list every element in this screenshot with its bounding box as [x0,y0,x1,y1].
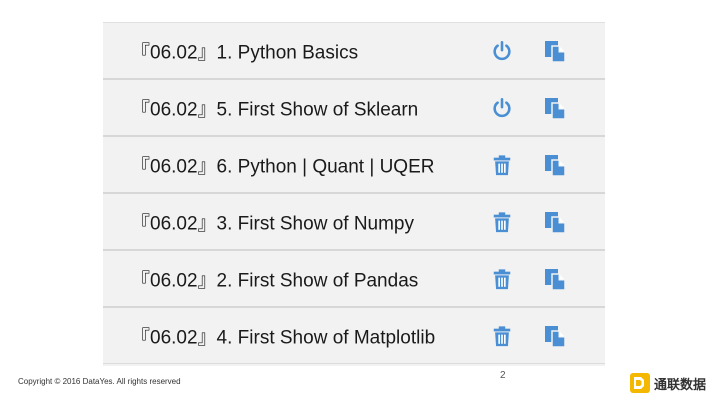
list-item[interactable]: 『06.02』6. Python | Quant | UQER [103,137,605,194]
notebook-title[interactable]: 『06.02』1. Python Basics [131,37,358,64]
power-icon [493,40,511,60]
list-item[interactable]: 『06.02』2. First Show of Pandas [103,251,605,308]
copy-icon [545,40,566,63]
copy-button[interactable] [542,266,568,292]
notebook-title[interactable]: 『06.02』4. First Show of Matplotlib [131,322,435,349]
trash-icon [493,211,511,232]
notebook-title[interactable]: 『06.02』3. First Show of Numpy [131,208,414,235]
notebook-title[interactable]: 『06.02』6. Python | Quant | UQER [131,151,434,178]
notebook-name: 5. First Show of Sklearn [216,99,419,120]
copy-icon [545,97,566,120]
notebook-name: 1. Python Basics [216,42,359,63]
list-item[interactable]: 『06.02』3. First Show of Numpy [103,194,605,251]
list-item[interactable]: 『06.02』5. First Show of Sklearn [103,80,605,137]
power-button[interactable] [489,95,515,121]
copy-icon [545,211,566,234]
trash-icon [493,268,511,289]
list-item[interactable]: 『06.02』4. First Show of Matplotlib [103,308,605,364]
trash-icon [493,325,511,346]
notebook-name: 3. First Show of Numpy [216,213,414,234]
notebook-date: 『06.02』 [131,327,217,348]
copy-button[interactable] [542,323,568,349]
copy-button[interactable] [542,209,568,235]
power-button[interactable] [489,38,515,64]
copy-button[interactable] [542,38,568,64]
notebook-date: 『06.02』 [131,213,217,234]
notebook-date: 『06.02』 [131,99,217,120]
notebook-list: 『06.02』1. Python Basics 『06.02』5. First … [103,22,605,366]
notebook-name: 2. First Show of Pandas [216,270,419,291]
datayes-logo: 通联数据 [630,373,706,393]
list-item[interactable]: 『06.02』1. Python Basics [103,23,605,80]
notebook-title[interactable]: 『06.02』5. First Show of Sklearn [131,94,418,121]
page-number: 2 [500,370,506,381]
copy-button[interactable] [542,152,568,178]
notebook-date: 『06.02』 [131,270,217,291]
copy-icon [545,268,566,291]
delete-button[interactable] [489,209,515,235]
notebook-name: 4. First Show of Matplotlib [216,327,436,348]
copyright-text: Copyright © 2016 DataYes. All rights res… [18,377,181,386]
notebook-title[interactable]: 『06.02』2. First Show of Pandas [131,265,418,292]
copy-button[interactable] [542,95,568,121]
notebook-date: 『06.02』 [131,156,217,177]
delete-button[interactable] [489,152,515,178]
notebook-date: 『06.02』 [131,42,217,63]
datayes-logo-icon [630,373,650,393]
delete-button[interactable] [489,266,515,292]
copy-icon [545,154,566,177]
power-icon [493,97,511,117]
logo-text: 通联数据 [654,377,707,393]
delete-button[interactable] [489,323,515,349]
notebook-name: 6. Python | Quant | UQER [216,156,435,177]
trash-icon [493,154,511,175]
copy-icon [545,325,566,348]
